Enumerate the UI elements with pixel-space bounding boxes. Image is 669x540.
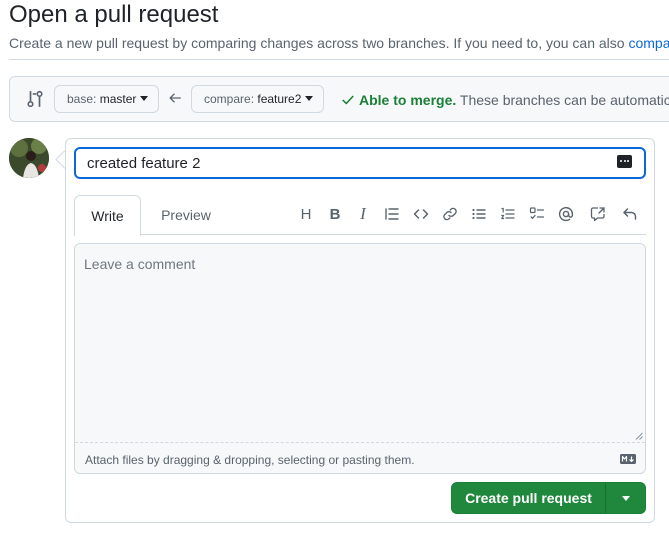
tab-preview[interactable]: Preview (149, 195, 223, 235)
create-pull-request-button[interactable]: Create pull request (451, 482, 646, 514)
git-compare-icon (27, 90, 43, 108)
markdown-icon[interactable] (620, 454, 636, 464)
merge-status: Able to merge. These branches can be aut… (341, 91, 669, 109)
italic-icon[interactable]: I (354, 204, 372, 223)
create-pull-request-label: Create pull request (465, 490, 592, 506)
button-divider (605, 483, 606, 513)
divider (9, 59, 669, 60)
task-list-icon[interactable] (528, 205, 546, 223)
chevron-down-icon[interactable] (622, 496, 630, 501)
compare-branch-name: feature2 (257, 92, 302, 106)
check-icon (342, 95, 354, 105)
base-branch-select[interactable]: base: master (54, 85, 160, 113)
base-prefix: base: (67, 92, 100, 106)
code-icon[interactable] (412, 205, 430, 223)
compare-prefix: compare: (204, 92, 258, 106)
merge-status-description: These branches can be automatically merg… (459, 92, 669, 108)
pr-title-input[interactable] (74, 147, 646, 179)
avatar[interactable] (9, 138, 49, 178)
unordered-list-icon[interactable] (470, 205, 488, 223)
mention-icon[interactable] (557, 205, 575, 223)
open-pull-request-page: Open a pull request Create a new pull re… (0, 0, 669, 540)
arrow-left-icon (169, 93, 181, 103)
comment-editor: Attach files by dragging & dropping, sel… (74, 243, 646, 474)
page-title: Open a pull request (9, 1, 219, 28)
avatar-image (9, 138, 49, 178)
compare-branch-select[interactable]: compare: feature2 (191, 85, 325, 113)
link-icon[interactable] (441, 205, 459, 223)
quote-icon[interactable] (383, 205, 401, 223)
base-branch-name: master (99, 92, 137, 106)
undo-icon[interactable] (621, 205, 639, 223)
bold-icon[interactable]: B (326, 205, 344, 223)
attach-files-hint[interactable]: Attach files by dragging & dropping, sel… (85, 452, 415, 468)
heading-icon[interactable]: H (297, 205, 315, 223)
password-manager-icon[interactable] (617, 155, 632, 168)
page-subtitle: Create a new pull request by comparing c… (9, 34, 669, 52)
reference-icon[interactable] (589, 205, 607, 223)
resize-handle-icon[interactable] (635, 432, 643, 440)
branch-range-bar: base: master compare: feature2 Able to m… (9, 76, 669, 122)
tab-write[interactable]: Write (74, 195, 141, 236)
attach-divider (75, 442, 645, 443)
comment-textarea[interactable] (75, 244, 645, 442)
subtitle-text: Create a new pull request by comparing c… (9, 35, 629, 51)
chevron-down-icon (305, 96, 314, 101)
ordered-list-icon[interactable] (499, 205, 517, 223)
compare-link[interactable]: compare (628, 35, 669, 51)
merge-status-label: Able to merge. (359, 92, 457, 108)
chevron-down-icon (140, 96, 149, 101)
